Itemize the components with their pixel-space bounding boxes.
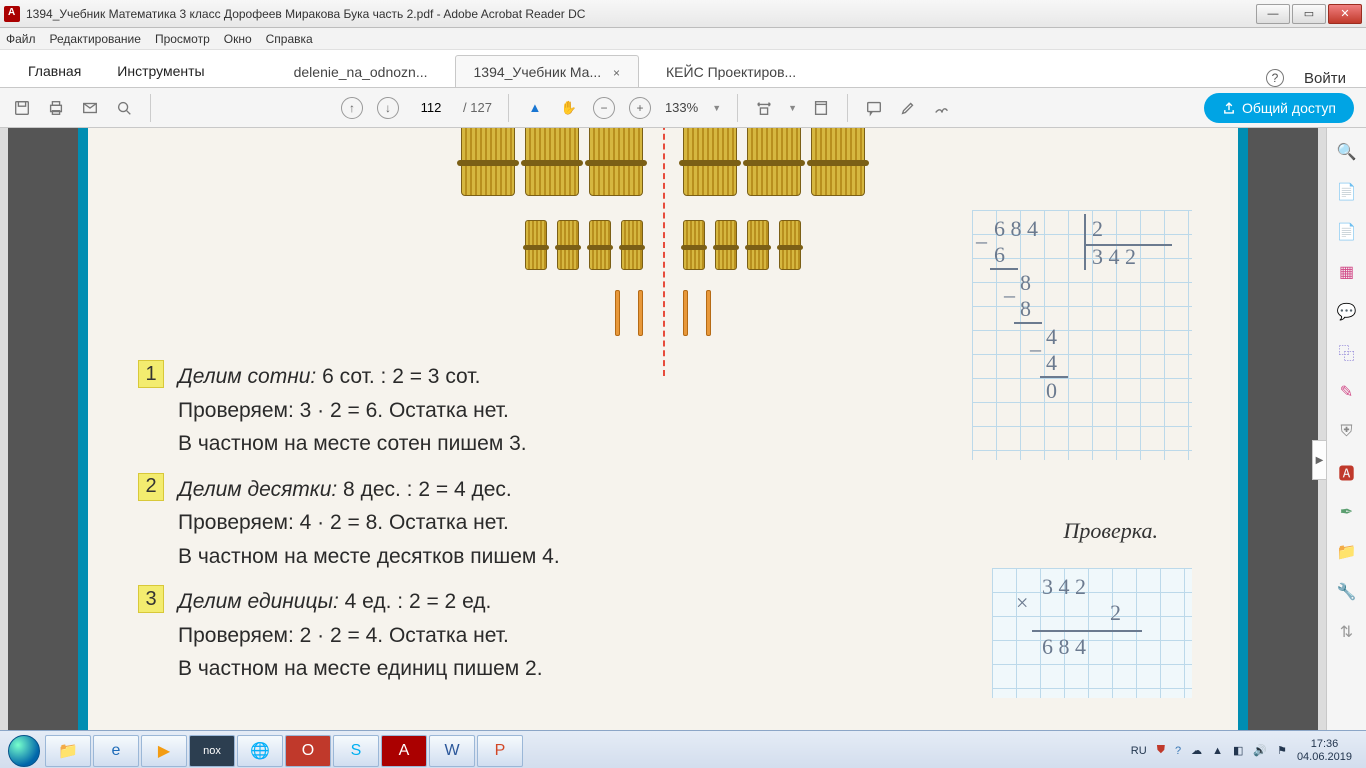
step-2: 2 Делим десятки: 8 дес. : 2 = 4 дес. Про… [138,473,1208,574]
comments-icon[interactable]: 💬 [1337,302,1357,322]
sign-icon[interactable] [932,98,952,118]
pdf-page: – 6 8 4 2 3 4 2 6 – 8 8 – 4 4 0 Проверка… [78,128,1248,730]
tray-lang[interactable]: RU [1131,745,1147,757]
taskbar-explorer[interactable]: 📁 [45,735,91,767]
right-tools-rail: ▶ 🔍 📄 📄 ▦ 💬 ⿻ ✎ ⛨ 🅰 ✒ 📁 🔧 ⇅ [1326,128,1366,730]
export-pdf-icon[interactable]: 📄 [1337,182,1357,202]
tab-doc3[interactable]: КЕЙС Проектиров... [647,55,815,87]
zoom-value[interactable]: 133% [665,100,698,115]
step-number: 2 [138,473,164,501]
collapse-rail-icon[interactable]: ▶ [1312,440,1326,480]
search-icon[interactable] [114,98,134,118]
save-icon[interactable] [12,98,32,118]
tab-doc2-label: 1394_Учебник Ма... [474,64,602,80]
create-pdf-icon[interactable]: 📄 [1337,222,1357,242]
check-multiplication: × 3 4 2 2 6 8 4 [992,568,1192,698]
page-total: 127 [470,100,492,115]
app-icon [4,6,20,22]
tray-up-icon[interactable]: ▲ [1212,745,1223,757]
fit-page-icon[interactable] [811,98,831,118]
taskbar-nox[interactable]: nox [189,735,235,767]
send-icon[interactable]: 📁 [1337,542,1357,562]
tray-flag-icon[interactable]: ⚑ [1277,744,1287,757]
menu-help[interactable]: Справка [266,32,313,46]
taskbar: 📁 e ▶ nox 🌐 O S A W P RU ⛊ ? ☁ ▲ ◧ 🔊 ⚑ 1… [0,730,1366,768]
titlebar: 1394_Учебник Математика 3 класс Дорофеев… [0,0,1366,28]
window-title: 1394_Учебник Математика 3 класс Дорофеев… [26,7,1254,21]
menu-file[interactable]: Файл [6,32,36,46]
hundreds-bundles [118,128,1208,196]
tray-clock[interactable]: 17:3604.06.2019 [1297,738,1352,763]
taskbar-chrome[interactable]: 🌐 [237,735,283,767]
combine-icon[interactable]: ⿻ [1337,342,1357,362]
maximize-button[interactable]: ▭ [1292,4,1326,24]
taskbar-word[interactable]: W [429,735,475,767]
hand-icon[interactable]: ✋ [559,98,579,118]
taskbar-acrobat[interactable]: A [381,735,427,767]
minimize-button[interactable]: — [1256,4,1290,24]
taskbar-media[interactable]: ▶ [141,735,187,767]
start-button[interactable] [4,731,44,768]
tab-doc2-active[interactable]: 1394_Учебник Ма... × [455,55,640,87]
more-tools-icon[interactable]: 🔧 [1337,582,1357,602]
tab-tools[interactable]: Инструменты [103,55,218,87]
tray-help-icon[interactable]: ? [1175,745,1181,757]
protect-icon[interactable]: ⛨ [1337,422,1357,442]
tab-home[interactable]: Главная [14,55,95,87]
tray-volume-icon[interactable]: 🔊 [1253,744,1267,757]
menu-edit[interactable]: Редактирование [50,32,141,46]
scroll-rail-icon[interactable]: ⇅ [1337,622,1357,642]
taskbar-opera[interactable]: O [285,735,331,767]
check-label: Проверка. [1064,518,1158,544]
taskbar-skype[interactable]: S [333,735,379,767]
help-icon[interactable]: ? [1266,69,1284,87]
page-sep: / [463,100,467,115]
menu-window[interactable]: Окно [224,32,252,46]
step-number: 3 [138,585,164,613]
document-area[interactable]: – 6 8 4 2 3 4 2 6 – 8 8 – 4 4 0 Проверка… [0,128,1326,730]
tray-cloud-icon[interactable]: ☁ [1191,744,1202,757]
zoom-tool-icon[interactable]: 🔍 [1337,142,1357,162]
organize-icon[interactable]: ✎ [1337,382,1357,402]
compress-icon[interactable]: 🅰 [1337,462,1357,482]
fill-sign-icon[interactable]: ✒ [1337,502,1357,522]
menu-view[interactable]: Просмотр [155,32,210,46]
zoom-in-icon[interactable]: + [629,97,651,119]
zoom-out-icon[interactable]: − [593,97,615,119]
fit-width-icon[interactable] [754,98,774,118]
comment-icon[interactable] [864,98,884,118]
edit-pdf-icon[interactable]: ▦ [1337,262,1357,282]
share-button[interactable]: Общий доступ [1204,93,1354,123]
system-tray: RU ⛊ ? ☁ ▲ ◧ 🔊 ⚑ 17:3604.06.2019 [1131,738,1362,763]
tab-close-icon[interactable]: × [613,66,620,80]
print-icon[interactable] [46,98,66,118]
page-number-input[interactable] [413,100,449,115]
tabbar: Главная Инструменты delenie_na_odnozn...… [0,50,1366,88]
pointer-icon[interactable]: ▲ [525,98,545,118]
toolbar: ↑ ↓ / 127 ▲ ✋ − + 133%▼ ▼ Общий доступ [0,88,1366,128]
page-up-icon[interactable]: ↑ [341,97,363,119]
page-down-icon[interactable]: ↓ [377,97,399,119]
menubar: Файл Редактирование Просмотр Окно Справк… [0,28,1366,50]
share-label: Общий доступ [1242,100,1336,116]
mail-icon[interactable] [80,98,100,118]
long-division: – 6 8 4 2 3 4 2 6 – 8 8 – 4 4 0 [972,210,1192,460]
taskbar-ie[interactable]: e [93,735,139,767]
step-number: 1 [138,360,164,388]
tab-doc1[interactable]: delenie_na_odnozn... [275,55,447,87]
login-button[interactable]: Войти [1304,70,1346,87]
tray-network-icon[interactable]: ◧ [1233,744,1243,757]
taskbar-powerpoint[interactable]: P [477,735,523,767]
tray-shield-icon[interactable]: ⛊ [1157,744,1165,757]
highlight-icon[interactable] [898,98,918,118]
close-button[interactable]: ✕ [1328,4,1362,24]
